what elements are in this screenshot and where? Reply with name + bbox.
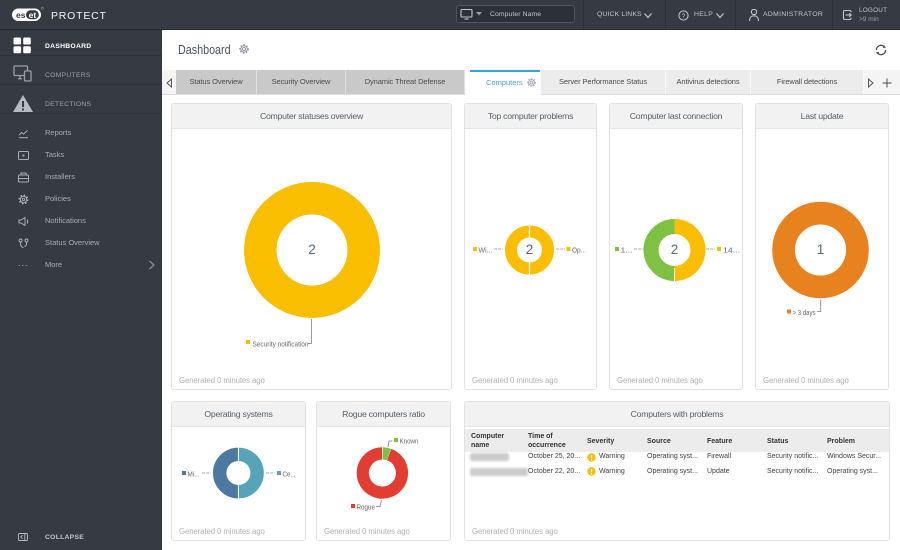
svg-text:?: ? (682, 13, 686, 20)
svg-text:PROTECT: PROTECT (51, 10, 107, 22)
svg-text:et: et (29, 10, 37, 20)
svg-text:es: es (16, 10, 26, 20)
